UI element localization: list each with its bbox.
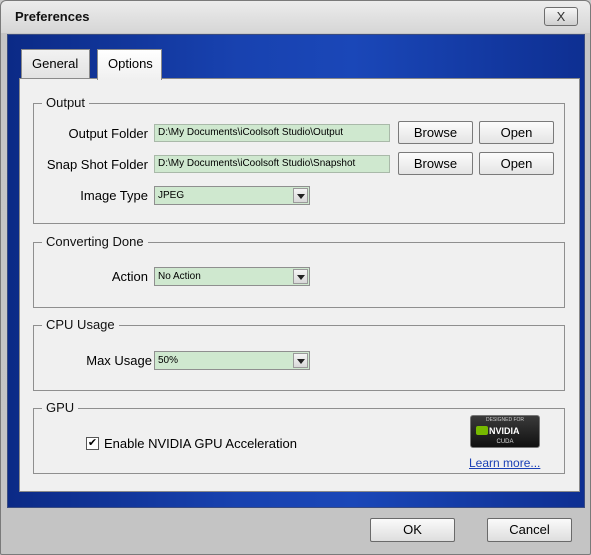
snapshot-open-button[interactable]: Open xyxy=(479,152,554,175)
learn-more-link[interactable]: Learn more... xyxy=(469,456,540,470)
checkmark-icon: ✔ xyxy=(87,437,98,449)
output-browse-button[interactable]: Browse xyxy=(398,121,473,144)
converting-done-group-title: Converting Done xyxy=(42,234,148,249)
output-open-button[interactable]: Open xyxy=(479,121,554,144)
snapshot-folder-field[interactable]: D:\My Documents\iCoolsoft Studio\Snapsho… xyxy=(154,155,390,173)
nvidia-cuda-logo: DESIGNED FOR NVIDIA CUDA xyxy=(470,415,540,448)
window-title: Preferences xyxy=(15,9,90,24)
gpu-group-title: GPU xyxy=(42,400,79,415)
action-select[interactable]: No Action xyxy=(154,267,310,286)
output-group-title: Output xyxy=(42,95,90,110)
action-value: No Action xyxy=(158,271,201,282)
badge-sub-text: CUDA xyxy=(496,439,514,445)
max-usage-value: 50% xyxy=(158,355,179,366)
title-bar[interactable]: Preferences X xyxy=(1,1,590,33)
preferences-window: Preferences X General Options Output Out… xyxy=(0,0,591,555)
chevron-down-icon[interactable] xyxy=(293,188,308,203)
image-type-label: Image Type xyxy=(80,188,148,203)
nvidia-gpu-checkbox[interactable]: ✔ xyxy=(86,437,99,450)
output-folder-label: Output Folder xyxy=(68,126,149,141)
chevron-down-icon[interactable] xyxy=(293,269,308,284)
image-type-value: JPEG xyxy=(158,190,185,201)
nvidia-eye-icon xyxy=(476,426,488,435)
action-label: Action xyxy=(111,269,148,284)
cpu-usage-group-title: CPU Usage xyxy=(42,317,119,332)
chevron-down-icon[interactable] xyxy=(293,353,308,368)
options-panel: Output Output Folder D:\My Documents\iCo… xyxy=(19,78,580,492)
badge-brand-text: NVIDIA xyxy=(489,426,520,436)
tab-options[interactable]: Options xyxy=(97,49,162,80)
close-button[interactable]: X xyxy=(544,7,578,26)
max-usage-select[interactable]: 50% xyxy=(154,351,310,370)
badge-top-text: DESIGNED FOR xyxy=(485,417,525,423)
nvidia-gpu-label[interactable]: Enable NVIDIA GPU Acceleration xyxy=(104,436,297,451)
ok-button[interactable]: OK xyxy=(370,518,455,542)
snapshot-browse-button[interactable]: Browse xyxy=(398,152,473,175)
output-folder-field[interactable]: D:\My Documents\iCoolsoft Studio\Output xyxy=(154,124,390,142)
cancel-button[interactable]: Cancel xyxy=(487,518,572,542)
max-usage-label: Max Usage xyxy=(86,353,152,368)
image-type-select[interactable]: JPEG xyxy=(154,186,310,205)
snapshot-folder-label: Snap Shot Folder xyxy=(46,157,148,172)
tab-general[interactable]: General xyxy=(21,49,90,79)
